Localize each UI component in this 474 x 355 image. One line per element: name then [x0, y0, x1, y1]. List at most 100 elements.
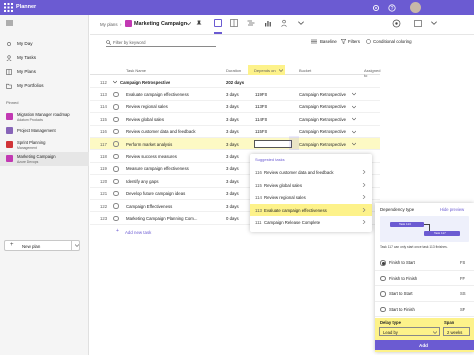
depends-on-cell[interactable]: 113FS	[255, 104, 267, 109]
suggested-task-item[interactable]: 111 Campaign Release Complete	[250, 216, 372, 229]
task-name[interactable]: Review customer data and feedback	[126, 129, 222, 134]
grid-view-icon[interactable]	[214, 19, 222, 27]
new-plan-menu[interactable]	[71, 241, 81, 250]
bucket-cell[interactable]: Campaign Retrospective	[299, 142, 346, 147]
table-row[interactable]: 117 Perform market analysis 3 days Campaign…	[90, 138, 380, 151]
search-input[interactable]: Filter by keyword	[106, 38, 216, 47]
table-row[interactable]: 115 Review global sales 3 days 114FS Campaig…	[90, 113, 380, 126]
sidebar-item-my-day[interactable]: My Day	[0, 37, 89, 51]
suggested-task-item[interactable]: 114 Review regional sales	[250, 191, 372, 204]
app-launcher-icon[interactable]	[4, 3, 13, 12]
avatar[interactable]	[410, 2, 421, 13]
duration-cell[interactable]: 3 days	[226, 154, 239, 159]
hide-preview-link[interactable]: Hide preview	[440, 207, 464, 212]
table-row[interactable]: 113 Evaluate campaign effectiveness 3 days…	[90, 88, 380, 101]
duration-cell[interactable]: 3 days	[226, 142, 239, 147]
bucket-cell[interactable]: Campaign Retrospective	[299, 92, 346, 97]
chart-view-icon[interactable]	[264, 19, 272, 27]
task-name[interactable]: Review global sales	[126, 117, 222, 122]
sidebar-plan-sprint[interactable]: Sprint Planning Management	[0, 138, 89, 152]
dependency-option[interactable]: Start to Start SS	[375, 286, 474, 302]
duration-cell[interactable]: 3 days	[226, 129, 239, 134]
new-plan-button[interactable]: + New plan	[4, 240, 80, 251]
task-name[interactable]: Campaign Effectiveness	[126, 204, 222, 209]
chevron-down-icon[interactable]	[279, 69, 283, 72]
column-duration[interactable]: Duration	[226, 68, 241, 73]
depends-on-cell[interactable]: 114FS	[255, 117, 267, 122]
bucket-cell[interactable]: Campaign Retrospective	[299, 117, 346, 122]
chevron-down-icon[interactable]	[352, 130, 356, 134]
duration-cell[interactable]: 3 days	[226, 191, 239, 196]
task-name[interactable]: Measure campaign effectiveness	[126, 166, 222, 171]
sidebar-item-my-portfolios[interactable]: My Portfolios	[0, 79, 89, 93]
complete-checkbox[interactable]	[113, 128, 119, 135]
depends-on-cell[interactable]: 115FS	[255, 129, 267, 134]
sidebar-plan-project-management[interactable]: Project Management	[0, 124, 89, 138]
table-row[interactable]: 112 Campaign Retrospective 202 days	[90, 76, 380, 89]
duration-cell[interactable]: 3 days	[226, 104, 239, 109]
chevron-down-icon[interactable]	[297, 21, 305, 25]
radio-button[interactable]	[380, 275, 386, 281]
complete-checkbox[interactable]	[113, 215, 119, 222]
duration-cell[interactable]: 202 days	[226, 80, 244, 85]
pin-icon[interactable]	[196, 20, 202, 27]
sidebar-item-my-tasks[interactable]: My Tasks	[0, 51, 89, 65]
chevron-down-icon[interactable]	[352, 92, 356, 96]
settings-icon[interactable]	[372, 4, 380, 12]
column-task-name[interactable]: Task Name	[126, 68, 146, 73]
complete-checkbox[interactable]	[113, 116, 119, 123]
complete-checkbox[interactable]	[113, 91, 119, 98]
bucket-cell[interactable]: Campaign Retrospective	[299, 129, 346, 134]
task-name[interactable]: Identify any gaps	[126, 179, 222, 184]
radio-button[interactable]	[380, 260, 386, 266]
duration-cell[interactable]: 3 days	[226, 204, 239, 209]
complete-checkbox[interactable]	[113, 178, 119, 185]
task-name[interactable]: Perform market analysis	[126, 142, 222, 147]
task-name[interactable]: Campaign Retrospective	[120, 80, 170, 85]
task-name[interactable]: Review regional sales	[126, 104, 222, 109]
complete-checkbox[interactable]	[113, 104, 119, 110]
breadcrumb-root[interactable]: My plans	[100, 22, 118, 27]
span-input[interactable]: 2 weeks	[443, 327, 470, 336]
duration-cell[interactable]: 3 days	[226, 117, 239, 122]
share-icon[interactable]	[414, 20, 422, 27]
table-row[interactable]: 116 Review customer data and feedback 3 da…	[90, 126, 380, 138]
people-view-icon[interactable]	[281, 19, 289, 27]
complete-checkbox[interactable]	[113, 166, 119, 172]
suggested-task-item[interactable]: 116 Review customer data and feedback	[250, 166, 372, 179]
help-icon[interactable]: ?	[388, 4, 396, 12]
sidebar-plan-migration[interactable]: Migration Manager roadmap Adatum Product…	[0, 110, 89, 124]
add-button[interactable]: Add	[375, 340, 474, 350]
complete-checkbox[interactable]	[113, 190, 119, 197]
teams-icon[interactable]	[392, 19, 401, 28]
table-row[interactable]: 114 Review regional sales 3 days 113FS Campa…	[90, 101, 380, 114]
column-bucket[interactable]: Bucket	[299, 68, 311, 73]
sidebar-item-my-plans[interactable]: My Plans	[0, 65, 89, 79]
page-title[interactable]: Marketing Campaign	[134, 21, 187, 27]
task-name[interactable]: Develop future campaign ideas	[126, 191, 222, 196]
duration-cell[interactable]: 3 days	[226, 92, 239, 97]
bucket-cell[interactable]: Campaign Retrospective	[299, 104, 346, 109]
board-view-icon[interactable]	[230, 19, 238, 27]
sidebar-plan-marketing[interactable]: Marketing Campaign Azure Devops	[0, 152, 89, 166]
dependency-option[interactable]: Finish to Finish FF	[375, 271, 474, 286]
suggested-task-item[interactable]: 115 Review global sales	[250, 179, 372, 192]
chevron-down-icon[interactable]	[352, 117, 356, 121]
complete-checkbox[interactable]	[113, 203, 119, 209]
depends-on-cell[interactable]: 119FS	[255, 92, 267, 97]
chevron-down-icon[interactable]	[352, 142, 356, 146]
depends-on-input[interactable]	[254, 140, 292, 148]
chevron-down-icon[interactable]	[352, 105, 356, 109]
chevron-down-icon[interactable]	[431, 21, 437, 25]
task-name[interactable]: Marketing Campaign Planning Com...	[126, 216, 222, 221]
task-name[interactable]: Review success measures	[126, 154, 222, 159]
dependency-option[interactable]: Start to Finish SF	[375, 302, 474, 317]
delay-type-select[interactable]: Lead by	[379, 327, 440, 336]
complete-checkbox[interactable]	[113, 141, 119, 147]
suggested-task-item[interactable]: 113 Evaluate campaign effectiveness	[250, 203, 372, 217]
duration-cell[interactable]: 3 days	[226, 179, 239, 184]
radio-button[interactable]	[380, 291, 386, 297]
dependency-option[interactable]: Finish to Start FS	[375, 255, 474, 271]
timeline-view-icon[interactable]	[247, 19, 255, 27]
hamburger-icon[interactable]	[6, 20, 13, 26]
